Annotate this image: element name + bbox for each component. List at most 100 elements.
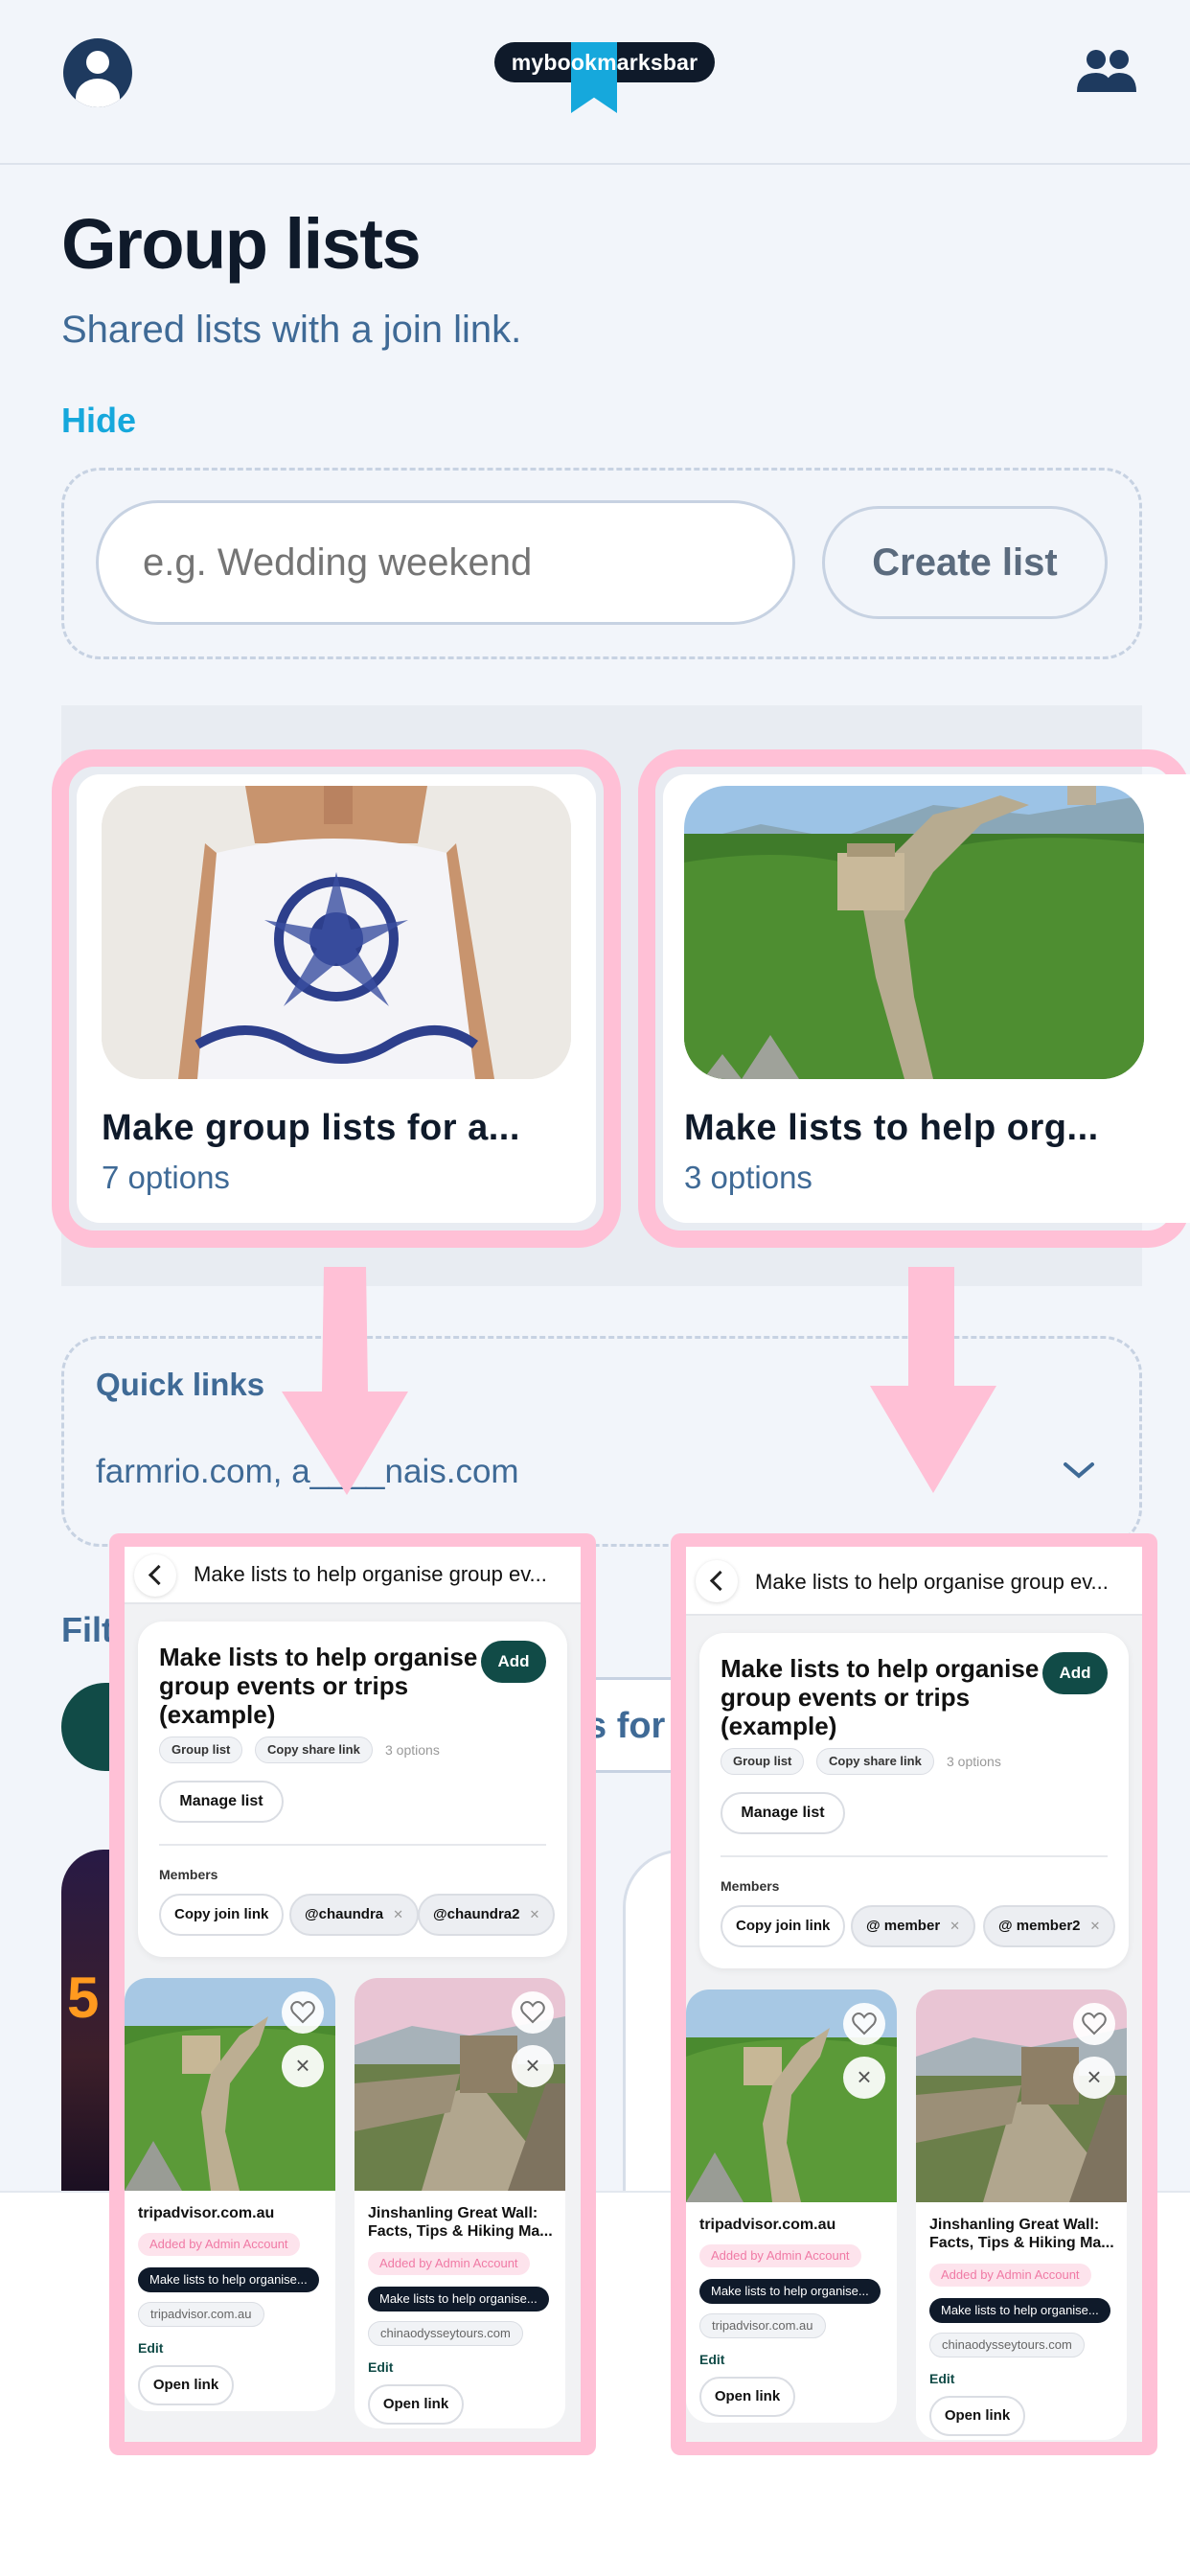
down-arrow-annotation [282, 1267, 408, 1495]
panel-top-title: Make lists to help organise group ev... [194, 1562, 547, 1586]
added-by-badge: Added by Admin Account [929, 2264, 1091, 2287]
logo-text: mybookmarksbar [511, 50, 698, 75]
page-subtitle: Shared lists with a join link. [61, 309, 522, 351]
manage-list-button[interactable]: Manage list [721, 1792, 845, 1834]
copy-share-link-button[interactable]: Copy share link [816, 1748, 934, 1775]
card-image-great-wall [684, 786, 1144, 1079]
divider [159, 1844, 546, 1846]
added-by-badge: Added by Admin Account [138, 2233, 300, 2256]
manage-list-button[interactable]: Manage list [159, 1781, 284, 1823]
added-by-badge: Added by Admin Account [699, 2244, 861, 2267]
page-title: Group lists [61, 204, 422, 284]
open-link-button[interactable]: Open link [368, 2384, 464, 2425]
bookmark-image: × [355, 1978, 565, 2191]
copy-join-link-button[interactable]: Copy join link [159, 1894, 285, 1936]
members-label: Members [159, 1867, 218, 1882]
options-count: 3 options [947, 1754, 1001, 1769]
member-name: @chaundra2 [433, 1906, 520, 1922]
group-list-card-2[interactable]: Make lists to help org... 3 options [663, 774, 1190, 1223]
group-list-card-1[interactable]: Make group lists for a... 7 options [77, 774, 596, 1223]
list-detail-card: Make lists to help organise group events… [138, 1622, 567, 1957]
edit-link[interactable]: Edit [368, 2359, 393, 2375]
heart-icon[interactable] [512, 1991, 554, 2034]
chevron-down-icon[interactable] [1062, 1459, 1096, 1482]
panel-topbar: Make lists to help organise group ev... [686, 1547, 1142, 1616]
create-list-button[interactable]: Create list [822, 506, 1108, 619]
domain-badge: chinaodysseytours.com [368, 2321, 523, 2346]
preview-panel-2: Make lists to help organise group ev... … [671, 1533, 1157, 2455]
hide-link[interactable]: Hide [61, 401, 136, 441]
filters-label: Filt [61, 1610, 113, 1649]
bookmark-card[interactable]: × tripadvisor.com.au Added by Admin Acco… [686, 1990, 897, 2423]
domain-badge: tripadvisor.com.au [138, 2302, 264, 2327]
group-people-icon[interactable] [1073, 48, 1140, 96]
card-title: Make group lists for a... [102, 1108, 520, 1148]
bookmark-title: tripadvisor.com.au [138, 2205, 275, 2221]
close-icon[interactable]: × [282, 2045, 324, 2087]
open-link-button[interactable]: Open link [138, 2365, 234, 2405]
close-icon[interactable]: × [1073, 2057, 1115, 2099]
card-image-dress [102, 786, 571, 1079]
members-label: Members [721, 1878, 780, 1894]
copy-share-link-button[interactable]: Copy share link [255, 1736, 373, 1763]
open-link-button[interactable]: Open link [699, 2377, 795, 2417]
bookmark-title: Jinshanling Great Wall: Facts, Tips & Hi… [368, 2205, 553, 2240]
bookmark-title: tripadvisor.com.au [699, 2217, 836, 2233]
filter-chip-label: s for [586, 1706, 666, 1746]
down-arrow-annotation [870, 1267, 996, 1493]
top-header: mybookmarksbar [0, 0, 1190, 165]
member-chip[interactable]: @chaundra ✕ [289, 1894, 420, 1936]
user-avatar-icon[interactable] [63, 38, 132, 107]
heart-icon[interactable] [843, 2003, 885, 2045]
bookmark-image: × [916, 1990, 1127, 2202]
close-icon[interactable]: × [843, 2057, 885, 2099]
quick-links-label: Quick links [96, 1367, 265, 1402]
list-heading: Make lists to help organise group events… [721, 1654, 1040, 1740]
domain-badge: tripadvisor.com.au [699, 2313, 826, 2338]
add-button[interactable]: Add [481, 1641, 546, 1683]
bookmark-image: × [686, 1990, 897, 2202]
list-name-input[interactable] [96, 500, 795, 625]
card-title: Make lists to help org... [684, 1108, 1099, 1148]
add-button[interactable]: Add [1042, 1652, 1108, 1694]
copy-join-link-button[interactable]: Copy join link [721, 1905, 846, 1947]
member-chip[interactable]: @chaundra2 ✕ [418, 1894, 556, 1936]
app-logo[interactable]: mybookmarksbar [494, 42, 715, 113]
heart-icon[interactable] [1073, 2003, 1115, 2045]
divider [721, 1855, 1108, 1857]
remove-member-icon[interactable]: ✕ [950, 1919, 960, 1933]
group-list-tag: Group list [721, 1748, 805, 1775]
options-count: 3 options [385, 1742, 440, 1758]
back-chevron-icon[interactable] [696, 1560, 738, 1602]
edit-link[interactable]: Edit [929, 2371, 954, 2386]
list-badge: Make lists to help organise... [699, 2279, 881, 2304]
bookmark-title: Jinshanling Great Wall: Facts, Tips & Hi… [929, 2217, 1114, 2251]
edit-link[interactable]: Edit [138, 2340, 163, 2356]
group-list-tag: Group list [159, 1736, 243, 1763]
bookmark-card[interactable]: × Jinshanling Great Wall: Facts, Tips & … [355, 1978, 565, 2428]
panel-top-title: Make lists to help organise group ev... [755, 1570, 1109, 1594]
list-badge: Make lists to help organise... [368, 2287, 549, 2312]
added-by-badge: Added by Admin Account [368, 2252, 530, 2275]
edit-link[interactable]: Edit [699, 2352, 724, 2367]
member-name: @ member [866, 1918, 941, 1934]
close-icon[interactable]: × [512, 2045, 554, 2087]
open-link-button[interactable]: Open link [929, 2396, 1025, 2436]
heart-icon[interactable] [282, 1991, 324, 2034]
remove-member-icon[interactable]: ✕ [393, 1907, 403, 1921]
bookmark-card[interactable]: × tripadvisor.com.au Added by Admin Acco… [125, 1978, 335, 2411]
remove-member-icon[interactable]: ✕ [529, 1907, 539, 1921]
member-chip[interactable]: @ member ✕ [851, 1905, 976, 1947]
panel-topbar: Make lists to help organise group ev... [125, 1547, 581, 1604]
member-name: @chaundra [305, 1906, 384, 1922]
card-options-count: 3 options [684, 1160, 812, 1195]
bookmark-image: × [125, 1978, 335, 2191]
domain-badge: chinaodysseytours.com [929, 2333, 1085, 2358]
preview-panel-1: Make lists to help organise group ev... … [109, 1533, 596, 2455]
list-badge: Make lists to help organise... [138, 2267, 319, 2292]
remove-member-icon[interactable]: ✕ [1090, 1919, 1101, 1933]
member-chip[interactable]: @ member2 ✕ [983, 1905, 1116, 1947]
bookmark-card[interactable]: × Jinshanling Great Wall: Facts, Tips & … [916, 1990, 1127, 2440]
member-name: @ member2 [998, 1918, 1081, 1934]
back-chevron-icon[interactable] [134, 1554, 176, 1597]
